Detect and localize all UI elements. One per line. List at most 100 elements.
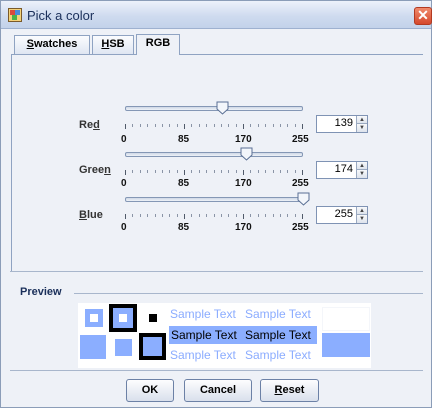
reset-button[interactable]: Reset [260, 379, 319, 402]
preview-swatch-inner [90, 314, 98, 322]
slider-tick [257, 214, 259, 217]
tick-label-85: 85 [178, 178, 190, 189]
title-bar[interactable]: Pick a color [1, 1, 431, 29]
slider-tick [294, 170, 296, 173]
slider-tick [235, 124, 237, 127]
slider-tick [161, 214, 163, 217]
slider-tick [272, 170, 274, 173]
slider-tick [191, 214, 193, 217]
slider-tick [302, 214, 303, 219]
slider-tick [198, 124, 200, 127]
slider-tick [213, 170, 215, 173]
slider-tick [169, 214, 171, 217]
slider-tick [235, 170, 237, 173]
slider-tick [176, 124, 178, 127]
tick-label-0: 0 [121, 134, 127, 145]
slider-tick [287, 124, 289, 127]
slider-tick [265, 124, 267, 127]
slider-tick [132, 170, 134, 173]
preview-color-white [322, 307, 370, 331]
slider-thumb-icon[interactable] [216, 101, 229, 115]
slider-tick [265, 214, 267, 217]
sample-text-light: Sample Text [245, 348, 311, 362]
slider-red-ticks [125, 124, 303, 129]
spinner-down-icon[interactable]: ▼ [356, 215, 367, 223]
slider-tick [228, 214, 230, 217]
slider-tick [125, 214, 126, 219]
slider-tick [220, 214, 222, 217]
slider-thumb-icon[interactable] [297, 192, 310, 206]
slider-tick [265, 170, 267, 173]
slider-tick [287, 170, 289, 173]
slider-tick [161, 124, 163, 127]
slider-tick [132, 214, 134, 217]
preview-swatch-inner [119, 314, 127, 322]
window-title: Pick a color [27, 8, 95, 23]
slider-tick [243, 170, 244, 175]
slider-tick [198, 214, 200, 217]
slider-tick [139, 214, 141, 217]
slider-tick [206, 214, 208, 217]
slider-tick [176, 170, 178, 173]
cancel-button[interactable]: Cancel [184, 379, 252, 402]
slider-tick [213, 124, 215, 127]
spinner-up-icon[interactable]: ▲ [356, 116, 367, 124]
slider-tick [176, 214, 178, 217]
slider-blue-track[interactable] [125, 197, 303, 202]
ok-button[interactable]: OK [126, 379, 174, 402]
slider-tick [161, 170, 163, 173]
slider-tick [279, 124, 281, 127]
spinner-green[interactable]: 174 ▲ ▼ [316, 161, 368, 179]
label-green: Green [79, 164, 111, 176]
slider-tick [198, 170, 200, 173]
spinner-blue[interactable]: 255 ▲ ▼ [316, 206, 368, 224]
tick-label-170: 170 [235, 134, 252, 145]
spinner-up-icon[interactable]: ▲ [356, 162, 367, 170]
slider-thumb-icon[interactable] [240, 147, 253, 161]
preview-swatch-mid [143, 337, 162, 356]
spinner-up-icon[interactable]: ▲ [356, 207, 367, 215]
spinner-down-icon[interactable]: ▼ [356, 124, 367, 132]
slider-tick [287, 214, 289, 217]
spinner-red[interactable]: 139 ▲ ▼ [316, 115, 368, 133]
slider-tick [243, 214, 244, 219]
slider-tick [279, 170, 281, 173]
tab-hsb[interactable]: HSB [92, 35, 134, 54]
label-red: Red [79, 119, 100, 131]
slider-tick [132, 124, 134, 127]
slider-tick [154, 214, 156, 217]
preview-swatch-large [80, 335, 106, 359]
spinner-blue-value[interactable]: 255 [335, 208, 353, 220]
slider-red-track[interactable] [125, 106, 303, 111]
tick-label-255: 255 [292, 222, 309, 233]
slider-tick [272, 124, 274, 127]
slider-tick [228, 170, 230, 173]
slider-tick [235, 214, 237, 217]
spinner-green-value[interactable]: 174 [335, 163, 353, 175]
tick-label-0: 0 [121, 222, 127, 233]
slider-tick [147, 170, 149, 173]
spinner-red-value[interactable]: 139 [335, 117, 353, 129]
slider-tick [257, 124, 259, 127]
slider-tick [184, 170, 185, 175]
slider-tick [294, 124, 296, 127]
preview-heading: Preview [20, 286, 62, 298]
slider-tick [228, 124, 230, 127]
slider-tick [220, 170, 222, 173]
spinner-down-icon[interactable]: ▼ [356, 170, 367, 178]
sample-text-dark: Sample Text [245, 328, 311, 342]
close-icon[interactable]: ✕ [414, 7, 432, 25]
slider-tick [154, 170, 156, 173]
slider-tick [302, 170, 303, 175]
preview-color-selected [322, 333, 370, 357]
slider-tick [169, 124, 171, 127]
slider-tick [125, 124, 126, 129]
tab-swatches[interactable]: Swatches [14, 35, 90, 54]
slider-tick [184, 214, 185, 219]
tab-rgb[interactable]: RGB [136, 34, 180, 55]
tick-label-170: 170 [235, 222, 252, 233]
tick-label-255: 255 [292, 134, 309, 145]
slider-green-track[interactable] [125, 152, 303, 157]
slider-tick [139, 170, 141, 173]
slider-tick [250, 214, 252, 217]
